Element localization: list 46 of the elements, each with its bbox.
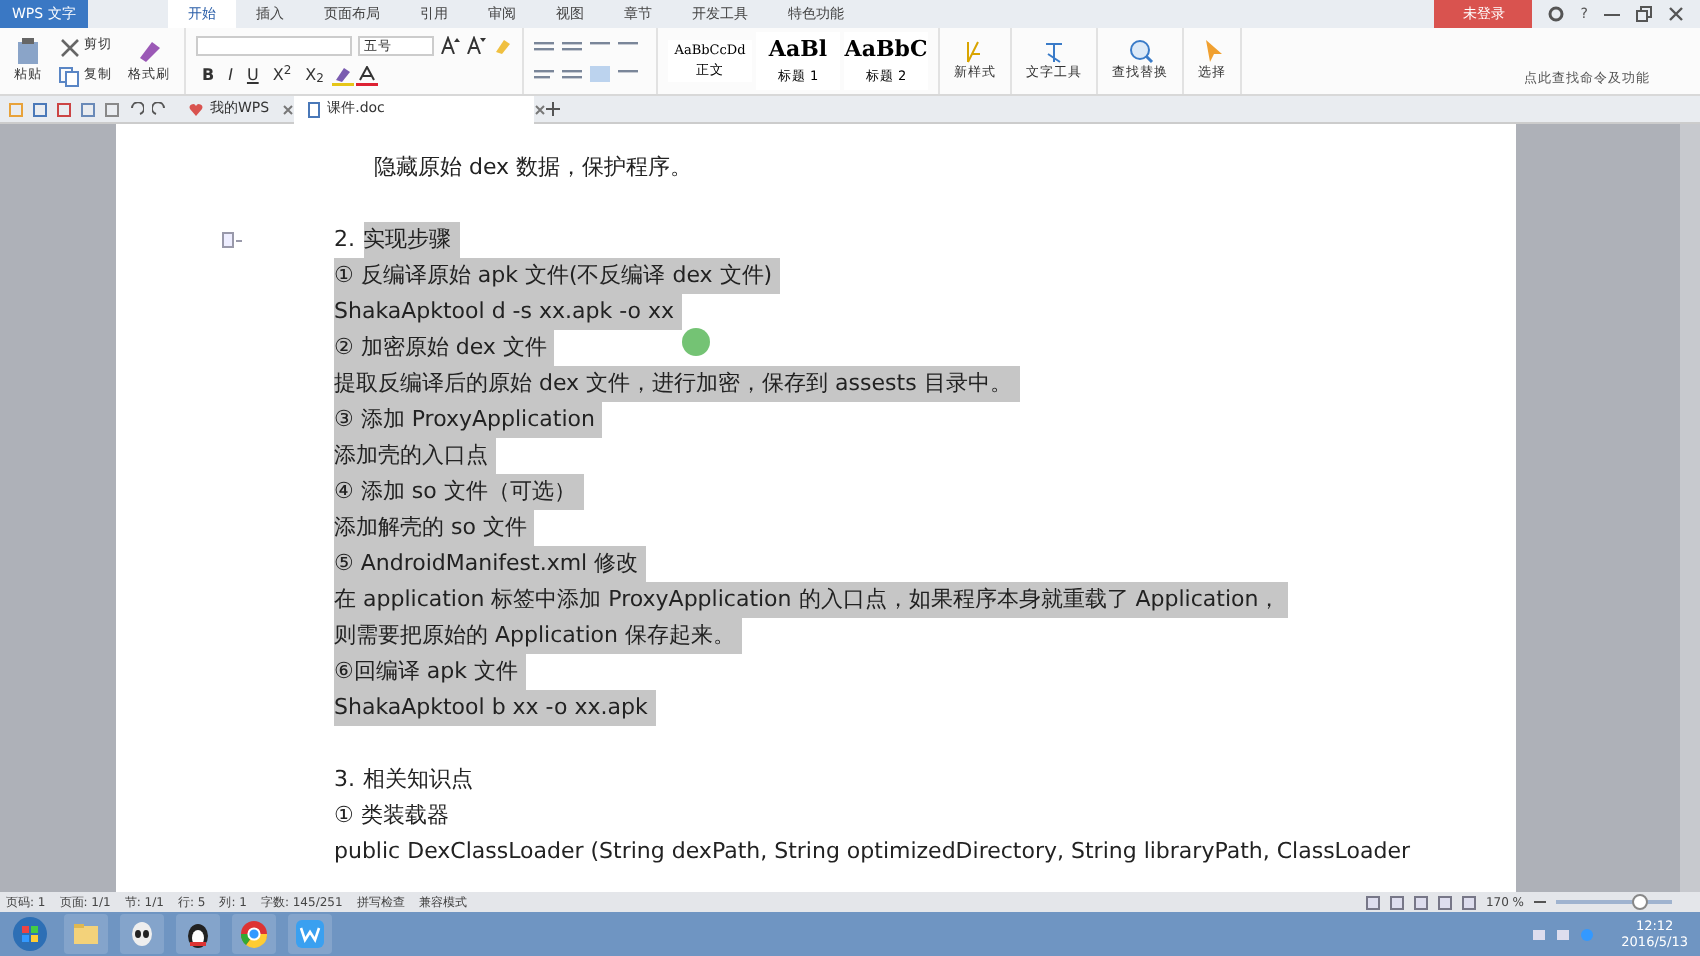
grow-font-icon[interactable]	[440, 36, 460, 54]
text-tool-icon	[1041, 38, 1067, 65]
scissors-icon	[58, 35, 80, 57]
format-button[interactable]: B	[196, 63, 221, 87]
format-button[interactable]: X$_{2}$	[299, 63, 330, 87]
windows-orb-icon	[12, 916, 48, 952]
document-line: ① 类装载器	[334, 800, 451, 832]
paste-icon	[14, 37, 42, 66]
highlight-icon[interactable]	[331, 65, 354, 85]
brush-icon	[135, 37, 163, 66]
alien-icon	[126, 918, 158, 950]
browser-icon	[238, 918, 270, 950]
font-name-field[interactable]	[196, 35, 352, 55]
heading-number: 2.	[334, 224, 357, 256]
paragraph-marker-icon	[222, 232, 242, 248]
font-color-icon[interactable]	[355, 65, 378, 85]
start-button[interactable]	[8, 914, 52, 954]
search-icon	[1127, 38, 1153, 65]
taskbar-app-button[interactable]	[176, 914, 220, 954]
cursor-click-indicator	[682, 328, 710, 356]
w-letter-icon	[294, 918, 326, 950]
taskbar-app-button[interactable]	[120, 914, 164, 954]
copy-icon	[58, 65, 80, 87]
redo-icon[interactable]	[152, 101, 168, 117]
heart-icon	[188, 101, 204, 117]
close-icon[interactable]	[281, 103, 294, 115]
penguin-icon	[182, 918, 214, 950]
document-line: 隐藏原始 dex 数据，保护程序。	[374, 152, 695, 184]
restore-icon[interactable]	[1636, 6, 1652, 22]
shrink-font-icon[interactable]	[466, 36, 486, 54]
settings-icon[interactable]	[1548, 6, 1565, 22]
format-button[interactable]: U	[240, 63, 265, 87]
heading-text: 实现步骤	[363, 222, 459, 258]
format-button[interactable]: X$^{2}$	[266, 63, 298, 87]
zoom-out-icon[interactable]	[1534, 896, 1546, 908]
zoom-slider-thumb[interactable]	[1631, 894, 1648, 910]
document-line: public DexClassLoader (String dexPath, String optimizedDirectory, String libraryPath, ClassLoader	[334, 836, 1412, 868]
close-icon[interactable]	[1668, 6, 1684, 22]
new-tab-icon[interactable]	[545, 102, 560, 116]
undo-icon[interactable]	[128, 101, 144, 117]
heading-text: 相关知识点	[363, 764, 475, 796]
format-button[interactable]: I	[222, 63, 239, 87]
vertical-scrollbar[interactable]	[1680, 124, 1700, 892]
heading-number: 3.	[334, 764, 357, 796]
document-icon	[305, 101, 322, 117]
close-icon[interactable]	[533, 103, 546, 115]
